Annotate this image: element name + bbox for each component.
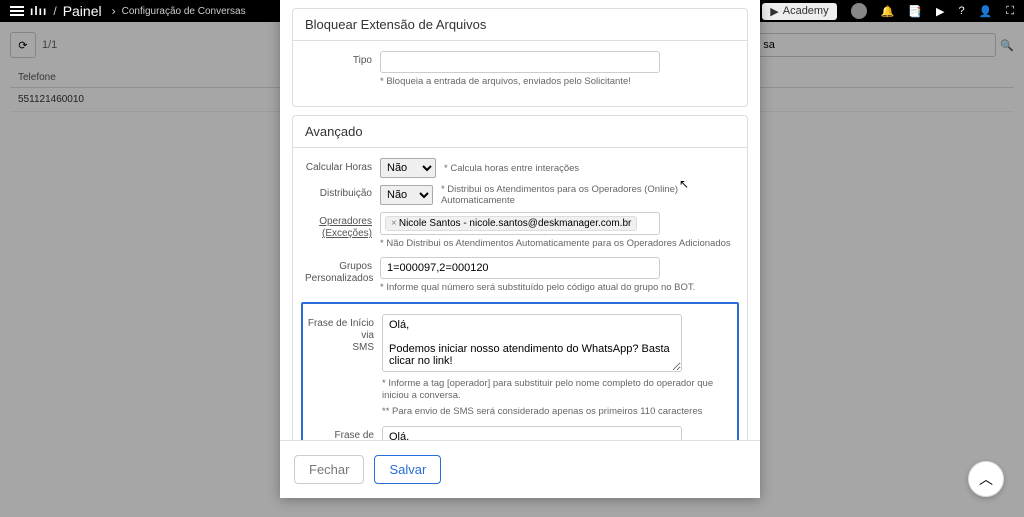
sms-inicio-label-line2: SMS (352, 342, 374, 353)
scroll-top-fab[interactable]: ︿ (968, 461, 1004, 497)
distribuicao-helper: * Distribui os Atendimentos para os Oper… (441, 184, 735, 206)
section-header-advanced: Avançado (293, 116, 747, 148)
play-icon[interactable]: ▶ (936, 5, 944, 18)
academy-label: Academy (783, 5, 829, 17)
operadores-helper: * Não Distribui os Atendimentos Automati… (380, 238, 735, 250)
grupos-label-line2: Personalizados (305, 273, 373, 284)
breadcrumb-sep: / (53, 4, 56, 18)
tipo-label: Tipo (305, 51, 380, 67)
breadcrumb: Configuração de Conversas (122, 6, 246, 17)
distribuicao-label: Distribuição (305, 184, 380, 200)
grupos-label-line1: Grupos (339, 261, 372, 272)
section-advanced: Avançado Calcular Horas Não * Calcula ho… (292, 115, 748, 440)
calc-horas-helper: * Calcula horas entre interações (444, 163, 579, 174)
sms-retomada-textarea[interactable] (382, 426, 682, 440)
page-title: Painel (63, 3, 102, 19)
user-icon[interactable]: 👤 (979, 5, 993, 18)
tipo-input[interactable] (380, 51, 660, 73)
sms-inicio-helper1: * Informe a tag [operador] para substitu… (382, 378, 733, 403)
chevron-up-icon: ︿ (979, 469, 993, 489)
calc-horas-select[interactable]: Não (380, 158, 436, 178)
sms-inicio-textarea[interactable] (382, 314, 682, 372)
highlight-box: Frase de Início via SMS * Informe a tag … (301, 302, 739, 440)
bell-icon[interactable]: 🔔 (881, 5, 895, 18)
tipo-helper: * Bloqueia a entrada de arquivos, enviad… (380, 76, 735, 88)
config-modal: Bloquear Extensão de Arquivos Tipo * Blo… (280, 0, 760, 498)
fullscreen-icon[interactable]: ⛶ (1006, 5, 1014, 18)
modal-footer: Fechar Salvar (280, 440, 760, 498)
grupos-input[interactable] (380, 257, 660, 279)
section-header-block: Bloquear Extensão de Arquivos (293, 9, 747, 41)
save-button[interactable]: Salvar (374, 455, 441, 484)
operadores-label-line1[interactable]: Operadores (319, 216, 372, 227)
operador-tag-label: Nicole Santos - nicole.santos@deskmanage… (399, 218, 632, 229)
section-block-extensions: Bloquear Extensão de Arquivos Tipo * Blo… (292, 8, 748, 107)
sms-inicio-helper2: ** Para envio de SMS será considerado ap… (382, 406, 733, 418)
operadores-label-line2[interactable]: (Exceções) (322, 228, 372, 239)
tag-remove-icon[interactable]: × (391, 218, 397, 229)
menu-icon[interactable] (10, 6, 24, 16)
bookmark-icon[interactable]: 📑 (908, 5, 922, 18)
close-button[interactable]: Fechar (294, 455, 364, 484)
sms-inicio-label-line1: Frase de Início via (308, 318, 374, 341)
calc-horas-label: Calcular Horas (305, 158, 380, 174)
academy-button[interactable]: ▶ Academy (762, 3, 836, 20)
help-icon[interactable]: ? (958, 5, 964, 17)
youtube-icon: ▶ (770, 5, 778, 18)
operadores-input[interactable]: ×Nicole Santos - nicole.santos@deskmanag… (380, 212, 660, 235)
sms-retomada-label-line1: Frase de Retomada (328, 430, 374, 440)
app-logo: ılıı (30, 4, 47, 18)
breadcrumb-chevron: › (112, 4, 116, 18)
distribuicao-select[interactable]: Não (380, 185, 433, 205)
operador-tag[interactable]: ×Nicole Santos - nicole.santos@deskmanag… (385, 216, 637, 231)
grupos-helper: * Informe qual número será substituído p… (380, 282, 735, 294)
avatar[interactable] (851, 3, 867, 19)
